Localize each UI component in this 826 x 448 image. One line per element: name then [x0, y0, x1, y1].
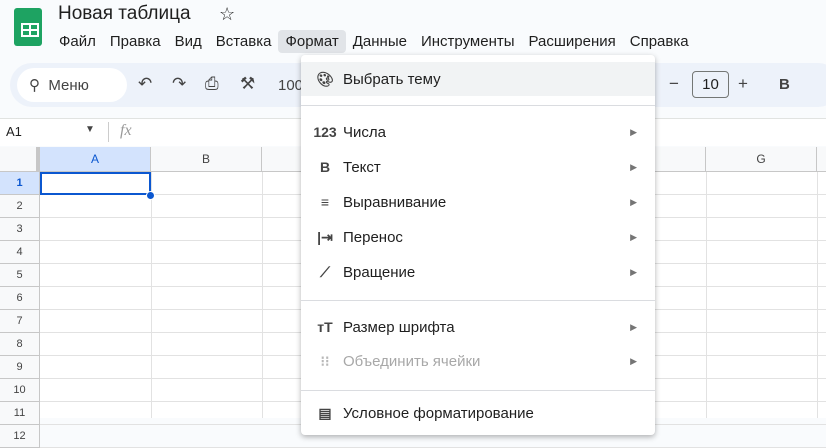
align-icon: ≡ — [320, 194, 330, 210]
menu-item-label: Числа — [343, 123, 386, 141]
bold-button[interactable]: B — [779, 76, 790, 93]
bold-icon: B — [319, 159, 331, 175]
column-header-b[interactable]: B — [151, 147, 262, 172]
column-gridline — [706, 172, 707, 418]
menu-file[interactable]: Файл — [52, 30, 103, 53]
column-gridline — [262, 172, 263, 418]
row-header-5[interactable]: 5 — [0, 264, 40, 287]
column-gridline — [151, 172, 152, 418]
menu-item-label: Вращение — [343, 263, 416, 281]
menu-tools[interactable]: Инструменты — [414, 30, 522, 53]
fx-icon: fx — [120, 122, 132, 139]
undo-icon[interactable]: ↶ — [138, 74, 152, 94]
row-header-10[interactable]: 10 — [0, 379, 40, 402]
menu-item-merge-cells: ⁝⁝ Объединить ячейки ▶ — [301, 344, 655, 378]
submenu-arrow-icon: ▶ — [630, 231, 637, 242]
document-title[interactable]: Новая таблица — [58, 3, 191, 25]
menu-item-label: Выравнивание — [343, 193, 447, 211]
menu-help[interactable]: Справка — [623, 30, 696, 53]
decrease-font-size[interactable]: − — [669, 74, 679, 94]
wrap-icon: |⇥ — [317, 228, 333, 245]
column-header-g[interactable]: G — [706, 147, 817, 172]
rotate-icon: ⟋ — [320, 263, 330, 280]
menu-insert[interactable]: Вставка — [209, 30, 279, 53]
search-icon: ⚲ — [29, 77, 40, 94]
row-header-12[interactable]: 12 — [0, 425, 40, 448]
row-header-6[interactable]: 6 — [0, 287, 40, 310]
row-header-7[interactable]: 7 — [0, 310, 40, 333]
row-header-2[interactable]: 2 — [0, 195, 40, 218]
menu-item-label: Размер шрифта — [343, 318, 455, 336]
row-header-1[interactable]: 1 — [0, 172, 40, 195]
menu-item-label: Текст — [343, 158, 381, 176]
menu-item-numbers[interactable]: 123 Числа ▶ — [301, 115, 655, 149]
submenu-arrow-icon: ▶ — [630, 126, 637, 137]
selected-cell[interactable] — [40, 172, 151, 195]
menu-view[interactable]: Вид — [168, 30, 209, 53]
font-size-icon: тT — [317, 319, 333, 335]
menu-item-label: Условное форматирование — [343, 404, 534, 422]
redo-icon[interactable]: ↷ — [172, 74, 186, 94]
menu-item-choose-theme[interactable]: 🎨︎ Выбрать тему — [301, 62, 655, 96]
menu-format[interactable]: Формат — [278, 30, 346, 53]
row-header-11[interactable]: 11 — [0, 402, 40, 425]
submenu-arrow-icon: ▶ — [630, 196, 637, 207]
menu-item-alignment[interactable]: ≡ Выравнивание ▶ — [301, 185, 655, 219]
menu-extensions[interactable]: Расширения — [522, 30, 623, 53]
star-icon[interactable]: ☆ — [219, 4, 235, 25]
row-header-8[interactable]: 8 — [0, 333, 40, 356]
submenu-arrow-icon: ▶ — [630, 161, 637, 172]
column-gridline — [817, 172, 818, 418]
fill-handle[interactable] — [146, 191, 155, 200]
name-box[interactable]: A1 — [6, 124, 22, 139]
submenu-arrow-icon: ▶ — [630, 266, 637, 277]
format-menu: 🎨︎ Выбрать тему 123 Числа ▶ B Текст ▶ ≡ Выравн… — [301, 55, 655, 435]
menu-item-conditional-formatting[interactable]: ▤ Условное форматирование — [301, 396, 655, 430]
menu-item-rotation[interactable]: ⟋ Вращение ▶ — [301, 255, 655, 289]
sheets-logo[interactable] — [14, 8, 42, 46]
row-header-9[interactable]: 9 — [0, 356, 40, 379]
corner-header[interactable] — [0, 147, 40, 172]
menu-item-label: Объединить ячейки — [343, 352, 481, 370]
palette-icon: 🎨︎ — [316, 70, 334, 87]
menu-data[interactable]: Данные — [346, 30, 414, 53]
menu-edit[interactable]: Правка — [103, 30, 168, 53]
row-header-4[interactable]: 4 — [0, 241, 40, 264]
increase-font-size[interactable]: + — [738, 74, 748, 94]
menu-item-font-size[interactable]: тT Размер шрифта ▶ — [301, 310, 655, 344]
chevron-down-icon[interactable]: ▼ — [85, 124, 95, 135]
menu-item-wrap[interactable]: |⇥ Перенос ▶ — [301, 220, 655, 254]
font-size-input[interactable]: 10 — [692, 71, 729, 98]
search-label: Меню — [48, 77, 89, 94]
column-header-h[interactable] — [817, 147, 826, 172]
row-header-3[interactable]: 3 — [0, 218, 40, 241]
paint-format-icon[interactable]: ⚒ — [240, 74, 255, 94]
menubar: Файл Правка Вид Вставка Формат Данные Ин… — [52, 30, 696, 53]
conditional-format-icon: ▤ — [318, 404, 332, 421]
menu-item-text[interactable]: B Текст ▶ — [301, 150, 655, 184]
menu-search[interactable]: ⚲ Меню — [17, 68, 127, 102]
submenu-arrow-icon: ▶ — [630, 321, 637, 332]
merge-icon: ⁝⁝ — [320, 352, 330, 369]
column-header-a[interactable]: A — [40, 147, 151, 172]
print-icon[interactable]: ⎙ — [205, 74, 219, 94]
menu-item-label: Перенос — [343, 228, 403, 246]
menu-item-label: Выбрать тему — [343, 70, 441, 88]
numbers-icon: 123 — [313, 124, 337, 140]
submenu-arrow-icon: ▶ — [630, 355, 637, 366]
